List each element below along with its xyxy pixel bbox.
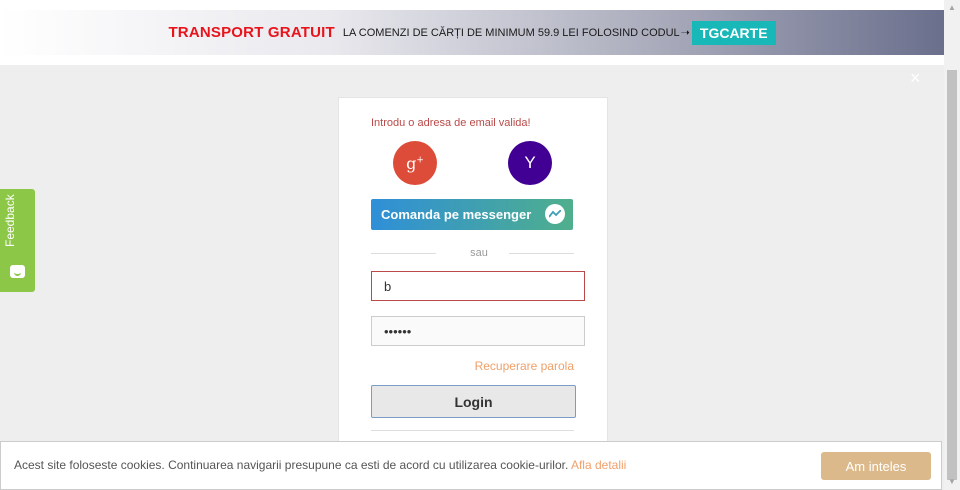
yahoo-login-button[interactable]: Y — [508, 141, 552, 185]
recover-password-link[interactable]: Recuperare parola — [468, 359, 574, 373]
messenger-order-button[interactable]: Comanda pe messenger — [371, 199, 573, 230]
promo-banner: TRANSPORT GRATUIT LA COMENZI DE CĂRȚI DE… — [0, 0, 944, 65]
scroll-down-arrow-icon[interactable]: ▼ — [944, 474, 960, 490]
messenger-button-label: Comanda pe messenger — [381, 207, 532, 222]
smiley-icon — [10, 265, 25, 278]
email-field[interactable] — [371, 271, 585, 301]
yahoo-icon: Y — [524, 153, 536, 172]
login-button[interactable]: Login — [371, 385, 576, 418]
login-card: Introdu o adresa de email valida! g+ Y C… — [338, 97, 608, 459]
password-field[interactable] — [371, 316, 585, 346]
card-divider — [371, 430, 574, 431]
cookie-notice: Acest site foloseste cookies. Continuare… — [14, 458, 569, 472]
divider-line-right — [509, 253, 574, 254]
messenger-icon — [545, 204, 565, 224]
google-plus-glyph: + — [416, 155, 424, 166]
promo-text: LA COMENZI DE CĂRȚI DE MINIMUM 59.9 LEI … — [342, 26, 680, 39]
cookie-text-wrapper: Acest site foloseste cookies. Continuare… — [14, 458, 626, 472]
feedback-tab[interactable]: Feedback — [0, 189, 35, 292]
email-error-message: Introdu o adresa de email valida! — [371, 117, 531, 129]
cookie-banner: Acest site foloseste cookies. Continuare… — [0, 441, 942, 490]
google-glyph: g — [406, 153, 417, 173]
cookie-accept-button[interactable]: Am inteles — [821, 452, 931, 480]
feedback-label: Feedback — [3, 194, 17, 247]
promo-bar[interactable]: TRANSPORT GRATUIT LA COMENZI DE CĂRȚI DE… — [0, 10, 944, 55]
promo-code: TGCARTE — [691, 20, 776, 45]
promo-highlight: TRANSPORT GRATUIT — [168, 24, 335, 41]
divider-line-left — [371, 253, 436, 254]
cookie-details-link[interactable]: Afla detalii — [571, 458, 626, 472]
scrollbar-thumb[interactable] — [947, 70, 957, 480]
scroll-up-arrow-icon[interactable]: ▲ — [944, 0, 960, 16]
close-icon[interactable]: × — [910, 68, 921, 89]
google-login-button[interactable]: g+ — [393, 141, 437, 185]
arrow-icon: ➝ — [680, 27, 690, 39]
divider-text: sau — [470, 247, 488, 259]
google-plus-icon: g+ — [406, 154, 424, 173]
